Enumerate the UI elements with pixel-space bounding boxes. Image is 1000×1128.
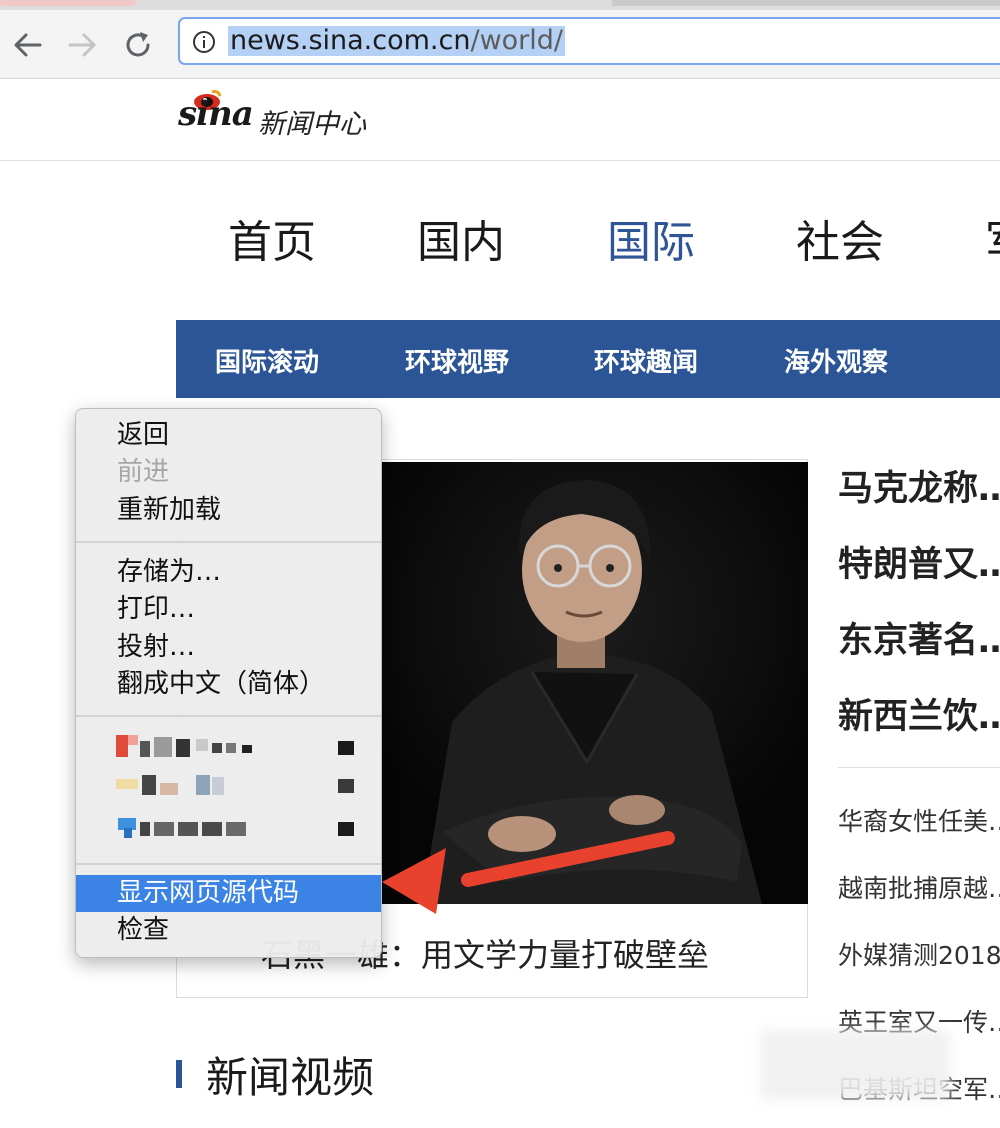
headline-item[interactable]: 东京著名… <box>838 612 1000 663</box>
news-list-item[interactable]: 外媒猜测2018… <box>838 936 1000 972</box>
submenu-arrow-icon <box>338 779 354 793</box>
menu-item-extension[interactable] <box>76 729 381 766</box>
nav-military[interactable]: 军 <box>985 206 1000 270</box>
sub-nav: 国际滚动 环球视野 环球趣闻 海外观察 <box>176 320 1000 398</box>
featured-photo[interactable] <box>382 462 808 904</box>
menu-item-back[interactable]: 返回 <box>76 417 381 454</box>
pixel-block <box>154 822 174 836</box>
submenu-arrow-icon <box>338 822 354 836</box>
url-path: /world/ <box>470 25 564 56</box>
nav-world[interactable]: 国际 <box>607 206 695 270</box>
headline-item[interactable]: 特朗普又… <box>838 536 1000 587</box>
extension-icon <box>116 779 138 789</box>
pixel-block <box>140 822 150 836</box>
browser-toolbar: news.sina.com.cn/world/ <box>0 10 1000 79</box>
pixel-block <box>212 777 224 795</box>
news-list-item[interactable]: 越南批捕原越… <box>838 869 1000 905</box>
menu-item-extension[interactable] <box>76 767 381 804</box>
pixel-block <box>196 775 210 795</box>
site-logo[interactable]: sina 新闻中心 <box>178 90 438 150</box>
headline-item[interactable]: 马克龙称… <box>838 460 1000 511</box>
menu-separator <box>76 715 381 717</box>
menu-item-save-as[interactable]: 存储为… <box>76 554 381 591</box>
url-text[interactable]: news.sina.com.cn/world/ <box>228 25 566 56</box>
blurred-region <box>760 1030 950 1100</box>
news-list-item[interactable]: 华裔女性任美… <box>838 802 1000 838</box>
menu-item-cast[interactable]: 投射… <box>76 629 381 666</box>
pixel-block <box>202 822 222 836</box>
logo-wordmark: sina <box>178 94 254 134</box>
pixel-block <box>226 822 246 836</box>
pixel-block <box>196 739 208 751</box>
menu-item-print[interactable]: 打印… <box>76 591 381 628</box>
nav-home[interactable]: 首页 <box>228 206 316 270</box>
arrow-left-icon <box>14 33 42 57</box>
pixel-block <box>140 741 150 757</box>
headline-item[interactable]: 新西兰饮… <box>838 688 1000 739</box>
browser-tab[interactable] <box>612 0 1000 6</box>
subnav-global-fun[interactable]: 环球趣闻 <box>594 342 698 379</box>
pixel-block <box>242 745 252 753</box>
nav-domestic[interactable]: 国内 <box>417 206 505 270</box>
pixel-block <box>160 783 178 795</box>
back-button[interactable] <box>10 28 44 62</box>
pixel-block <box>212 743 222 753</box>
tab-strip <box>0 0 1000 10</box>
subnav-overseas[interactable]: 海外观察 <box>784 342 888 379</box>
reload-button[interactable] <box>121 28 155 62</box>
context-menu: 返回 前进 重新加载 存储为… 打印… 投射… 翻成中文（简体） 显示网页源代码… <box>75 408 382 958</box>
info-icon[interactable] <box>192 30 216 54</box>
menu-item-extension[interactable] <box>76 810 381 847</box>
pixel-block <box>226 743 236 753</box>
list-divider <box>838 767 1000 768</box>
arrow-right-icon <box>68 33 96 57</box>
pixel-block <box>124 828 132 838</box>
menu-separator <box>76 863 381 865</box>
reload-icon <box>126 32 150 57</box>
menu-item-forward: 前进 <box>117 457 170 487</box>
menu-item-translate[interactable]: 翻成中文（简体） <box>76 666 381 703</box>
forward-button[interactable] <box>66 28 100 62</box>
menu-item-reload[interactable]: 重新加载 <box>76 492 381 529</box>
subnav-global-view[interactable]: 环球视野 <box>405 342 509 379</box>
submenu-arrow-icon <box>338 741 354 755</box>
extension-icon <box>116 735 128 757</box>
logo-section-name: 新闻中心 <box>258 109 366 140</box>
url-host: news.sina.com.cn <box>230 25 471 56</box>
video-section-title: 新闻视频 <box>206 1053 375 1102</box>
portrait-illustration <box>382 462 808 904</box>
pixel-block <box>142 775 156 795</box>
pixel-block <box>128 735 138 745</box>
menu-item-view-source[interactable]: 显示网页源代码 <box>76 875 381 912</box>
pixel-block <box>178 822 198 836</box>
pixel-block <box>154 737 172 757</box>
menu-separator <box>76 541 381 543</box>
header-divider <box>0 160 1000 161</box>
section-marker <box>176 1060 182 1088</box>
address-bar[interactable]: news.sina.com.cn/world/ <box>178 17 1000 65</box>
menu-item-inspect[interactable]: 检查 <box>76 912 381 949</box>
browser-tab[interactable] <box>0 0 136 6</box>
nav-society[interactable]: 社会 <box>796 206 884 270</box>
pixel-block <box>176 739 190 757</box>
subnav-world-rolling[interactable]: 国际滚动 <box>215 342 319 379</box>
